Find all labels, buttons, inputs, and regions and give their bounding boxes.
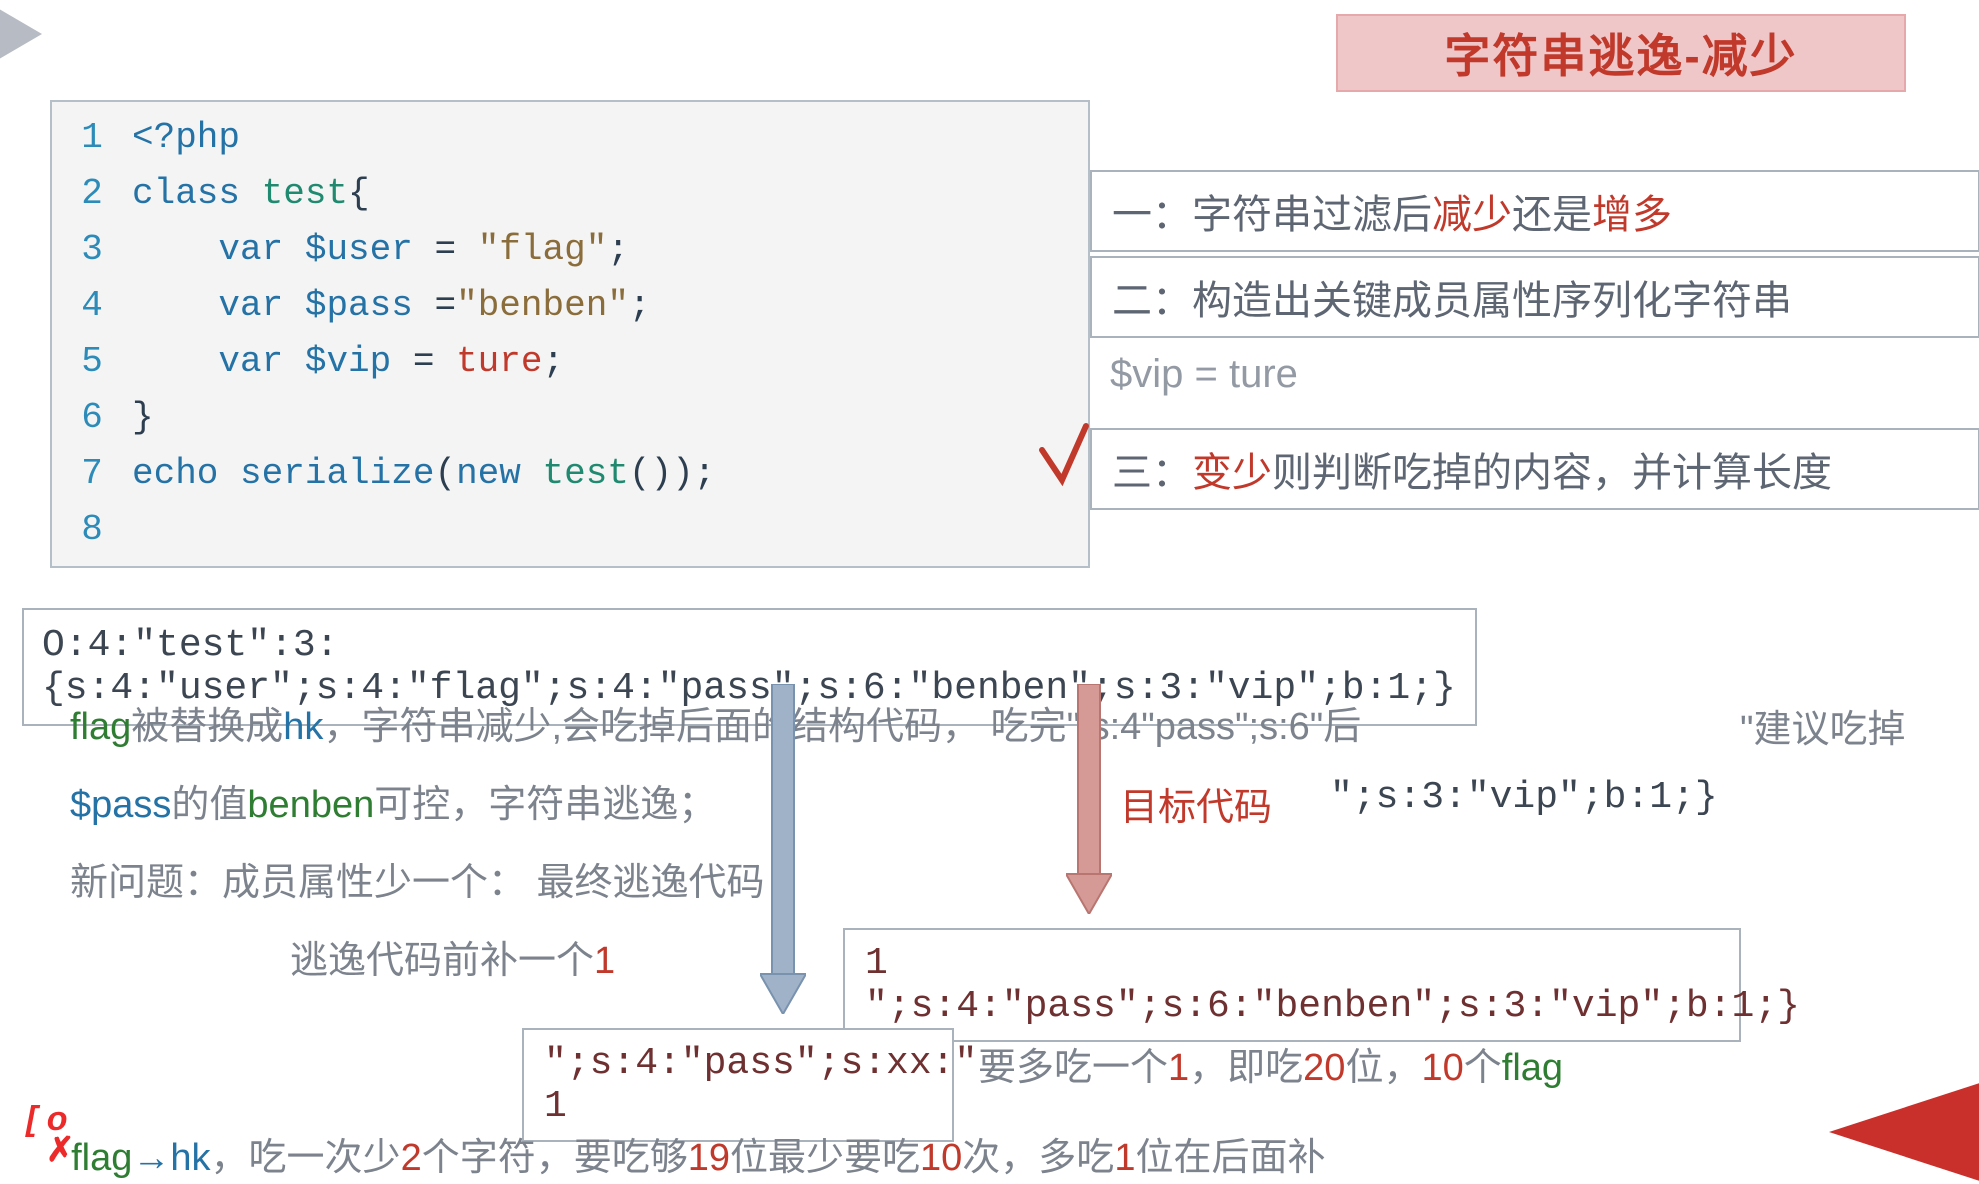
- explain-line-1: flag被替换成hk，字符串减少,会吃掉后面的结构代码， 吃完";s:4"pas…: [70, 698, 1970, 757]
- code-line-6: 6 }: [52, 390, 1088, 446]
- step-3-row: 三：变少则判断吃掉的内容，并计算长度: [1090, 428, 1979, 510]
- text: 位最少要吃: [730, 1137, 920, 1179]
- bottom-summary: flag→hk，吃一次少2个字符，要吃够19位最少要吃10次，多吃1位在后面补: [50, 1126, 1325, 1181]
- code-text: class test{: [132, 166, 370, 222]
- code-text: var $vip = ture;: [132, 334, 564, 390]
- text: 逃逸代码前补一个: [290, 940, 594, 982]
- arrow-down-red-icon: [1066, 684, 1112, 914]
- digit-one: 1: [594, 940, 615, 982]
- line-number: 1: [52, 110, 132, 166]
- token-hk: hk: [283, 706, 323, 748]
- line-number: 6: [52, 390, 132, 446]
- token-pass: $pass: [70, 784, 171, 826]
- arrow-icon: →: [132, 1137, 170, 1179]
- code-line-3: 3 var $user = "flag";: [52, 222, 1088, 278]
- text: 被替换成: [131, 706, 283, 748]
- after-escape-text: 要多吃一个1，即吃20位，10个flag: [978, 1036, 1563, 1091]
- text: ，吃一次少: [211, 1137, 401, 1179]
- text: 次，多吃: [962, 1137, 1114, 1179]
- digit: 1: [1114, 1137, 1135, 1179]
- text: 位在后面补: [1135, 1137, 1325, 1179]
- step-1-row: 一：字符串过滤后减少还是增多: [1090, 170, 1979, 252]
- target-code: ";s:3:"vip";b:1;}: [1330, 776, 1718, 819]
- step-3-pre: 三：: [1112, 451, 1192, 495]
- text: 个: [1464, 1047, 1502, 1089]
- code-text: }: [132, 390, 154, 446]
- step-3-post: 则判断吃掉的内容，并计算长度: [1272, 451, 1832, 495]
- digit: 20: [1303, 1047, 1345, 1089]
- text: 的值: [171, 784, 247, 826]
- step-1-mid: 还是: [1512, 193, 1592, 237]
- explain-line-3: 新问题：成员属性少一个： 最终逃逸代码: [70, 854, 1970, 913]
- line-number: 7: [52, 446, 132, 502]
- step-3-red: 变少: [1192, 451, 1272, 495]
- step-2-row: 二：构造出关键成员属性序列化字符串: [1090, 256, 1979, 338]
- digit: 10: [1421, 1047, 1463, 1089]
- php-code-block: 1 <?php 2 class test{ 3 var $user = "fla…: [50, 100, 1090, 568]
- token-hk: hk: [170, 1137, 210, 1179]
- text: 个字符，要吃够: [422, 1137, 688, 1179]
- text: 可控，字符串逃逸；: [374, 784, 716, 826]
- code-line-7: 7 echo serialize(new test());: [52, 446, 1088, 502]
- text: ，即吃: [1189, 1047, 1303, 1089]
- line-number: 3: [52, 222, 132, 278]
- escape-code-box-2: ";s:4:"pass";s:xx:" 1: [522, 1028, 954, 1142]
- line-number: 5: [52, 334, 132, 390]
- line-number: 4: [52, 278, 132, 334]
- target-label: 目标代码: [1120, 776, 1272, 831]
- code-text: [132, 502, 154, 558]
- escape-code-box-1: 1 ";s:4:"pass";s:6:"benben";s:3:"vip";b:…: [843, 928, 1741, 1042]
- text: 后: [1323, 706, 1361, 748]
- suggest-text: "建议吃掉: [1740, 698, 1906, 753]
- text: 要多吃一个: [978, 1047, 1168, 1089]
- line-number: 2: [52, 166, 132, 222]
- code-line-5: 5 var $vip = ture;: [52, 334, 1088, 390]
- code-line-8: 8: [52, 502, 1088, 558]
- step-vip-hint: $vip = ture: [1090, 342, 1979, 407]
- slide-title: 字符串逃逸-减少: [1336, 14, 1906, 92]
- token-flag: flag: [70, 706, 131, 748]
- token-benben: benben: [247, 784, 374, 826]
- text: ，字符串减少,会吃掉后面的结构代码， 吃完: [323, 706, 1066, 748]
- step-1-text-pre: 一：字符串过滤后: [1112, 193, 1432, 237]
- digit: 10: [920, 1137, 962, 1179]
- digit: 1: [1168, 1047, 1189, 1089]
- token-flag: flag: [71, 1137, 132, 1179]
- code-text: echo serialize(new test());: [132, 446, 715, 502]
- arrow-down-blue-icon: [760, 684, 806, 1014]
- code-text: <?php: [132, 110, 240, 166]
- step-1-red-decrease: 减少: [1432, 193, 1512, 237]
- code-line-2: 2 class test{: [52, 166, 1088, 222]
- text: 位，: [1345, 1047, 1421, 1089]
- code-text: var $pass ="benben";: [132, 278, 651, 334]
- digit: 2: [401, 1137, 422, 1179]
- code-text: var $user = "flag";: [132, 222, 629, 278]
- code-line-1: 1 <?php: [52, 110, 1088, 166]
- digit: 19: [688, 1137, 730, 1179]
- step-1-red-increase: 增多: [1592, 193, 1672, 237]
- decoration-topleft-triangle: [0, 6, 42, 62]
- token-flag: flag: [1502, 1047, 1563, 1089]
- line-number: 8: [52, 502, 132, 558]
- decoration-bottomright-triangle: [1829, 1080, 1979, 1184]
- code-line-4: 4 var $pass ="benben";: [52, 278, 1088, 334]
